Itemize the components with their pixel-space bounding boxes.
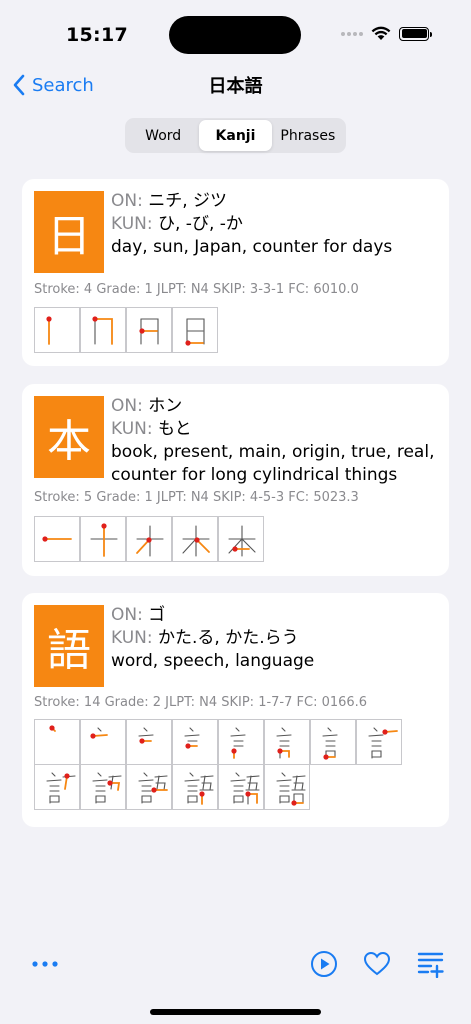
on-label: ON:	[111, 605, 143, 625]
battery-icon	[399, 26, 432, 41]
cellular-signal-icon	[341, 31, 363, 36]
play-button[interactable]	[310, 950, 338, 978]
on-reading-row: ON: ニチ, ジツ	[111, 190, 441, 213]
status-time: 15:17	[66, 24, 128, 46]
kun-reading: もと	[158, 419, 192, 439]
on-label: ON:	[111, 396, 143, 416]
stroke-order-step	[80, 307, 126, 353]
kun-reading-row: KUN: かた.る, かた.らう	[111, 627, 441, 650]
stroke-order-step	[34, 307, 80, 353]
stroke-order-step	[218, 719, 264, 765]
kanji-readings: ON: ニチ, ジツ KUN: ひ, -び, -か day, sun, Japa…	[111, 190, 441, 259]
kun-reading: かた.る, かた.らう	[158, 628, 299, 648]
kanji-card[interactable]: 語 ON: ゴ KUN: かた.る, かた.らう word, speech, l…	[22, 593, 449, 827]
wifi-icon	[371, 26, 391, 40]
on-reading: ニチ, ジツ	[148, 191, 228, 211]
play-circle-icon	[311, 951, 337, 977]
stroke-order-step	[172, 516, 218, 562]
on-reading: ホン	[148, 396, 183, 416]
stroke-order-step	[356, 719, 402, 765]
stroke-order-step	[126, 307, 172, 353]
status-bar: 15:17	[0, 0, 471, 60]
home-indicator	[150, 1009, 321, 1015]
stroke-order-step	[126, 516, 172, 562]
on-reading: ゴ	[148, 605, 166, 625]
stroke-order-step	[80, 719, 126, 765]
on-label: ON:	[111, 191, 143, 211]
kanji-meaning: word, speech, language	[111, 651, 315, 671]
dynamic-island	[169, 16, 301, 54]
kanji-character: 日	[34, 191, 104, 273]
kun-label: KUN:	[111, 419, 153, 439]
ellipsis-icon	[32, 961, 58, 967]
kanji-meta: Stroke: 4 Grade: 1 JLPT: N4 SKIP: 3-3-1 …	[34, 282, 359, 297]
kanji-meta: Stroke: 14 Grade: 2 JLPT: N4 SKIP: 1-7-7…	[34, 695, 368, 710]
stroke-order-step	[264, 764, 310, 810]
status-icons	[341, 26, 432, 41]
heart-icon	[363, 951, 391, 976]
stroke-order-step	[80, 764, 126, 810]
list-add-icon	[417, 952, 444, 979]
kanji-card[interactable]: 本 ON: ホン KUN: もと book, present, main, or…	[22, 384, 449, 576]
stroke-order-step	[218, 764, 264, 810]
add-to-list-button[interactable]	[417, 950, 445, 979]
kanji-readings: ON: ホン KUN: もと book, present, main, orig…	[111, 395, 441, 487]
kun-reading: ひ, -び, -か	[158, 214, 243, 234]
stroke-order-grid	[34, 719, 402, 810]
kanji-meaning: day, sun, Japan, counter for days	[111, 237, 393, 257]
kanji-meta: Stroke: 5 Grade: 1 JLPT: N4 SKIP: 4-5-3 …	[34, 490, 359, 505]
page-title: 日本語	[208, 76, 263, 97]
stroke-order-step	[126, 764, 172, 810]
on-reading-row: ON: ホン	[111, 395, 441, 418]
stroke-order-step	[34, 516, 80, 562]
stroke-order-step	[310, 719, 356, 765]
stroke-order-step	[172, 719, 218, 765]
stroke-order-grid	[34, 516, 402, 562]
segment-word[interactable]: Word	[127, 120, 199, 151]
stroke-order-step	[172, 764, 218, 810]
kun-reading-row: KUN: ひ, -び, -か	[111, 213, 441, 236]
stroke-order-step	[80, 516, 126, 562]
kun-reading-row: KUN: もと	[111, 418, 441, 441]
kun-label: KUN:	[111, 214, 153, 234]
segment-kanji[interactable]: Kanji	[199, 120, 272, 151]
kanji-meaning: book, present, main, origin, true, real,…	[111, 442, 435, 485]
stroke-order-step	[34, 764, 80, 810]
stroke-order-step	[218, 516, 264, 562]
view-segmented-control: Word Kanji Phrases	[125, 118, 346, 153]
stroke-order-step	[126, 719, 172, 765]
kanji-character: 本	[34, 396, 104, 478]
kanji-character: 語	[34, 605, 104, 687]
on-reading-row: ON: ゴ	[111, 604, 441, 627]
stroke-order-step	[264, 719, 310, 765]
stroke-order-step	[172, 307, 218, 353]
stroke-order-step	[34, 719, 80, 765]
kanji-readings: ON: ゴ KUN: かた.る, かた.らう word, speech, lan…	[111, 604, 441, 673]
favorite-button[interactable]	[363, 951, 391, 977]
stroke-order-grid	[34, 307, 402, 353]
kun-label: KUN:	[111, 628, 153, 648]
kanji-card[interactable]: 日 ON: ニチ, ジツ KUN: ひ, -び, -か day, sun, Ja…	[22, 179, 449, 366]
segment-phrases[interactable]: Phrases	[272, 120, 344, 151]
more-button[interactable]	[30, 955, 60, 973]
